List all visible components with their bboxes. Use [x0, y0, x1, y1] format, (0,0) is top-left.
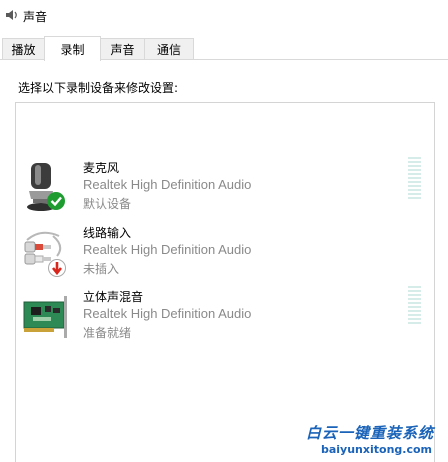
- device-name: 线路输入: [83, 226, 132, 240]
- level-meter: [408, 286, 421, 324]
- device-driver: Realtek High Definition Audio: [83, 306, 252, 321]
- level-meter: [408, 157, 421, 199]
- device-status: 未插入: [83, 262, 120, 276]
- sound-card-icon: [23, 296, 67, 338]
- instruction-text: 选择以下录制设备来修改设置:: [18, 81, 179, 95]
- tab-label: 通信: [156, 43, 181, 57]
- device-item-line-in[interactable]: 线路输入 Realtek High Definition Audio 未插入: [16, 222, 436, 284]
- speaker-icon: [6, 10, 17, 20]
- default-check-badge: [47, 192, 65, 210]
- tab-sounds[interactable]: 声音: [100, 38, 145, 60]
- device-status: 默认设备: [83, 197, 132, 211]
- tab-label: 声音: [110, 43, 135, 57]
- watermark: 白云一键重装系统 baiyunxitong.com: [296, 420, 446, 460]
- tab-recording[interactable]: 录制: [44, 36, 101, 61]
- device-list[interactable]: 麦克风 Realtek High Definition Audio 默认设备 线…: [15, 102, 435, 462]
- device-status: 准备就绪: [83, 326, 132, 340]
- title-bar: 声音: [0, 0, 448, 30]
- unplugged-arrow-badge: [48, 259, 66, 277]
- watermark-url: baiyunxitong.com: [320, 443, 432, 456]
- tab-strip: 播放 录制 声音 通信: [0, 36, 448, 61]
- device-name: 麦克风: [83, 161, 120, 175]
- line-in-jack-icon: [24, 231, 66, 277]
- device-item-stereo-mix[interactable]: 立体声混音 Realtek High Definition Audio 准备就绪: [16, 286, 436, 348]
- window-title: 声音: [23, 10, 48, 24]
- tab-playback[interactable]: 播放: [2, 38, 45, 60]
- tab-label: 录制: [60, 42, 85, 57]
- device-name: 立体声混音: [83, 290, 144, 304]
- tab-communications[interactable]: 通信: [144, 38, 194, 60]
- microphone-icon: [27, 163, 65, 211]
- device-driver: Realtek High Definition Audio: [83, 177, 252, 192]
- tab-label: 播放: [11, 43, 36, 57]
- recording-panel: 选择以下录制设备来修改设置: 麦克风 Realtek High Definiti…: [0, 59, 448, 462]
- device-driver: Realtek High Definition Audio: [83, 242, 252, 257]
- watermark-title: 白云一键重装系统: [305, 424, 434, 442]
- device-item-microphone[interactable]: 麦克风 Realtek High Definition Audio 默认设备: [16, 157, 436, 219]
